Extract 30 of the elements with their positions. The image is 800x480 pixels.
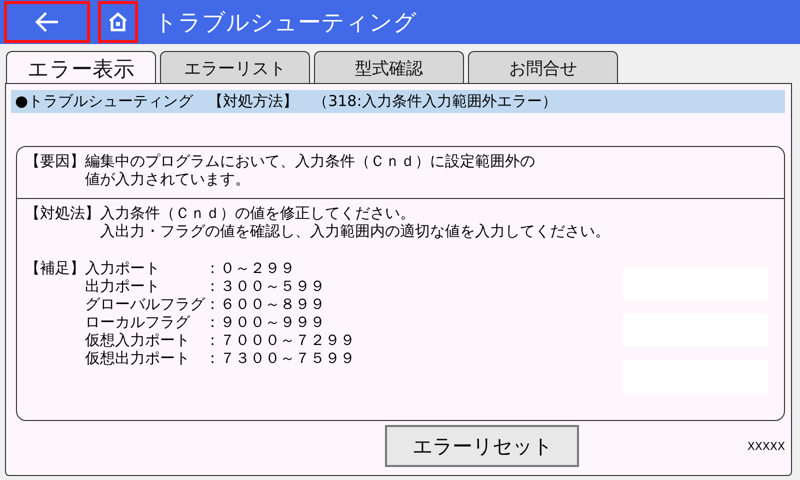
range-value: ：６００～８９９ — [205, 295, 326, 313]
range-value: ：３００～５９９ — [205, 277, 326, 295]
range-name: グローバルフラグ — [85, 295, 205, 313]
back-button[interactable] — [4, 1, 90, 43]
cause-text: 値が入力されています。 — [85, 170, 251, 188]
remedy-text: 入力条件（Ｃｎｄ）の値を修正してください。 — [100, 204, 416, 222]
section-heading: ●トラブルシューティング 【対処方法】 （318:入力条件入力範囲外エラー） — [11, 90, 785, 113]
range-name: 仮想入力ポート — [85, 331, 191, 349]
tab[interactable]: エラー表示 — [6, 51, 156, 85]
back-icon — [34, 10, 60, 34]
home-button[interactable] — [98, 1, 138, 43]
range-name: 入力ポート — [85, 259, 161, 277]
code-text: XXXXX — [747, 440, 785, 452]
screen-title: トラブルシューティング — [154, 8, 417, 38]
supplement-label: 【補足】 — [25, 259, 85, 279]
range-name: 仮想出力ポート — [85, 349, 191, 367]
remedy-label: 【対処法】 — [25, 204, 100, 224]
tab[interactable]: 型式確認 — [314, 51, 464, 84]
cause-label: 【要因】 — [25, 152, 85, 172]
range-value: ：０～２９９ — [205, 259, 296, 277]
range-name: ローカルフラグ — [85, 313, 192, 331]
remedy-text: 入出力・フラグの値を確認し、入力範囲内の適切な値を入力してください。 — [100, 222, 610, 240]
range-value: ：９００～９９９ — [205, 313, 326, 331]
tab[interactable]: お問合せ — [468, 51, 618, 84]
range-value: ：７３００～７５９９ — [205, 349, 355, 367]
tab[interactable]: エラーリスト — [160, 51, 310, 84]
error-reset-button[interactable]: エラーリセット — [385, 425, 580, 467]
cause-text: 編集中のプログラムにおいて、入力条件（Ｃｎｄ）に設定範囲外の — [85, 152, 535, 170]
range-value: ：７０００～７２９９ — [205, 331, 355, 349]
range-name: 出力ポート — [85, 277, 161, 295]
